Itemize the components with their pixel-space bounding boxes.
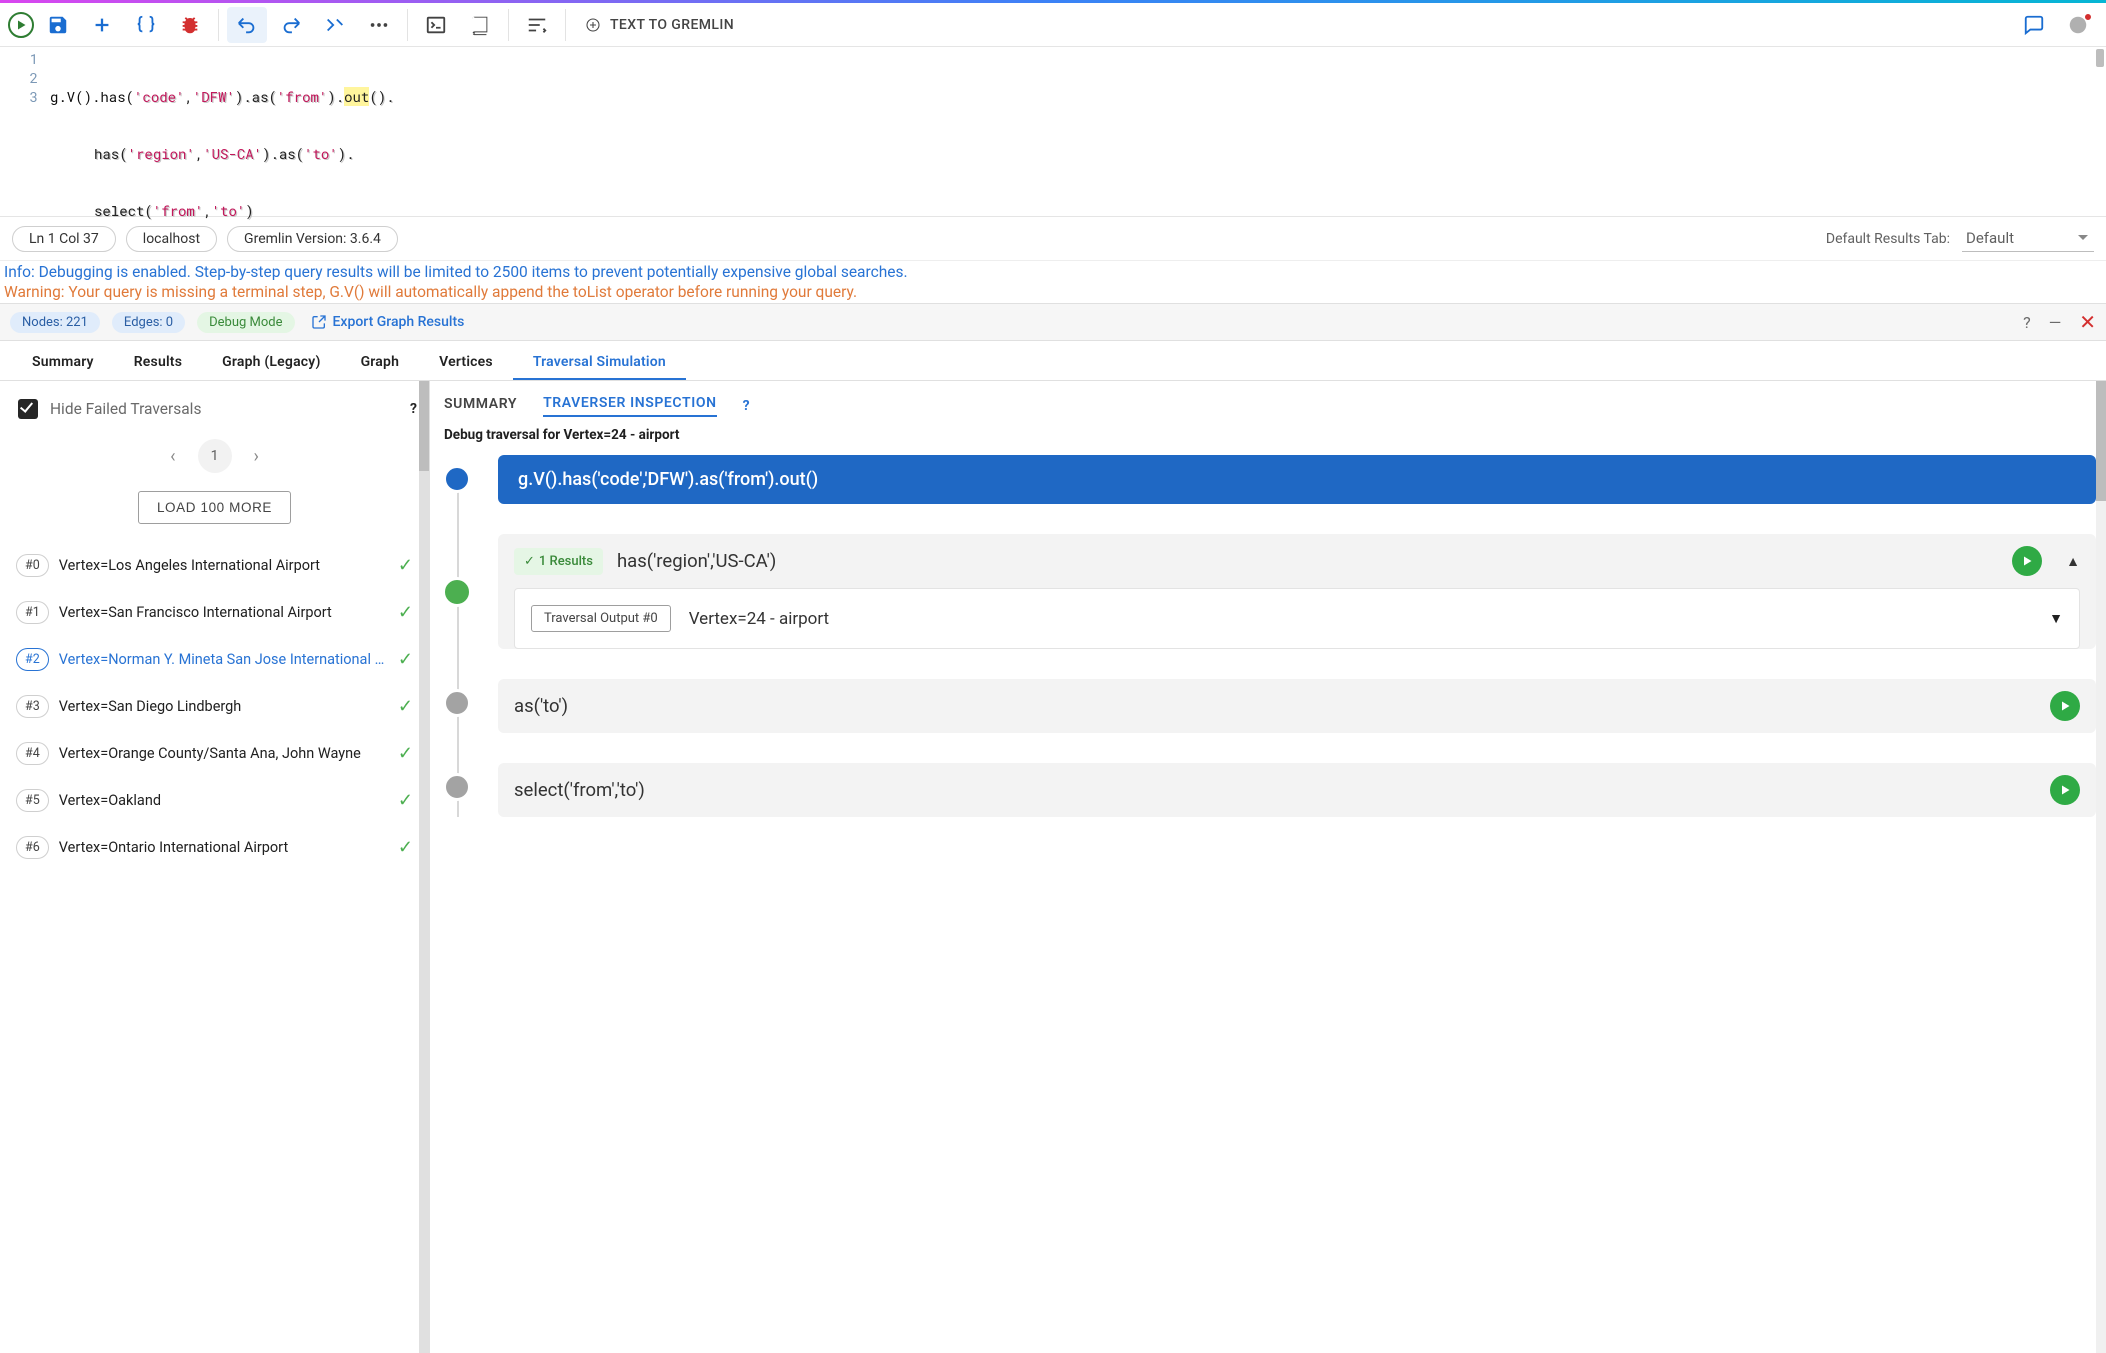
minimize-icon[interactable]: — xyxy=(2049,313,2062,332)
scrollbar[interactable] xyxy=(419,381,429,1353)
tab-traversal-simulation[interactable]: Traversal Simulation xyxy=(513,344,686,380)
nodes-chip: Nodes: 221 xyxy=(10,312,100,333)
scrollbar[interactable] xyxy=(2096,381,2106,1353)
console-icon[interactable] xyxy=(416,7,456,43)
step-code: select('from','to') xyxy=(514,779,645,801)
output-text: Vertex=24 - airport xyxy=(689,609,829,629)
prev-page-button[interactable]: ‹ xyxy=(170,446,175,467)
step-code: has('region','US-CA') xyxy=(617,550,776,572)
default-results-select[interactable]: Default xyxy=(1962,225,2094,252)
debug-target-label: Debug traversal for Vertex=24 - airport xyxy=(440,421,2096,455)
braces-icon[interactable] xyxy=(126,7,166,43)
comment-icon[interactable] xyxy=(2014,7,2054,43)
line-gutter: 1 2 3 xyxy=(0,47,50,216)
run-step-button[interactable] xyxy=(2012,546,2042,576)
load-more-button[interactable]: LOAD 100 MORE xyxy=(138,491,291,524)
export-graph-button[interactable]: Export Graph Results xyxy=(311,314,465,330)
list-item[interactable]: #4 Vertex=Orange County/Santa Ana, John … xyxy=(16,730,419,777)
results-chip: ✓ 1 Results xyxy=(514,548,603,575)
close-icon[interactable]: ✕ xyxy=(2079,310,2096,334)
step-card: select('from','to') xyxy=(498,763,2096,817)
tab-vertices[interactable]: Vertices xyxy=(419,344,513,380)
secondary-bar: Nodes: 221 Edges: 0 Debug Mode Export Gr… xyxy=(0,303,2106,341)
status-icon[interactable] xyxy=(2058,7,2098,43)
check-icon: ✓ xyxy=(398,743,413,764)
redo-icon[interactable] xyxy=(271,7,311,43)
run-step-button[interactable] xyxy=(2050,775,2080,805)
traversal-inspect-pane: SUMMARY TRAVERSER INSPECTION ? Debug tra… xyxy=(430,381,2106,1353)
output-badge: Traversal Output #0 xyxy=(531,605,671,632)
scrollbar-indicator[interactable] xyxy=(2096,49,2104,67)
check-icon: ✓ xyxy=(398,837,413,858)
list-item[interactable]: #2 Vertex=Norman Y. Mineta San Jose Inte… xyxy=(16,636,419,683)
list-item[interactable]: #3 Vertex=San Diego Lindbergh ✓ xyxy=(16,683,419,730)
tab-graph-legacy[interactable]: Graph (Legacy) xyxy=(202,344,340,380)
hero-step: g.V().has('code','DFW').as('from').out() xyxy=(498,455,2096,504)
traversal-list-pane: Hide Failed Traversals ? ‹ 1 › LOAD 100 … xyxy=(0,381,430,1353)
text-to-gremlin-button[interactable]: TEXT TO GREMLIN xyxy=(574,7,744,43)
results-tabs: Summary Results Graph (Legacy) Graph Ver… xyxy=(0,341,2106,381)
format-icon[interactable] xyxy=(517,7,557,43)
run-query-button[interactable] xyxy=(8,12,34,38)
tab-results[interactable]: Results xyxy=(114,344,202,380)
save-icon[interactable] xyxy=(38,7,78,43)
help-icon[interactable]: ? xyxy=(410,401,417,417)
step-code: as('to') xyxy=(514,695,568,717)
toolbar: TEXT TO GREMLIN xyxy=(0,3,2106,47)
code-editor[interactable]: 1 2 3 g.V().has('code','DFW').as('from')… xyxy=(0,47,2106,217)
info-message: Info: Debugging is enabled. Step-by-step… xyxy=(0,261,2106,281)
warning-message: Warning: Your query is missing a termina… xyxy=(0,281,2106,301)
check-icon: ✓ xyxy=(398,696,413,717)
bug-icon[interactable] xyxy=(170,7,210,43)
check-icon: ✓ xyxy=(398,555,413,576)
add-icon[interactable] xyxy=(82,7,122,43)
traversal-output-row[interactable]: Traversal Output #0 Vertex=24 - airport … xyxy=(514,588,2080,649)
vertex-list: #0 Vertex=Los Angeles International Airp… xyxy=(0,538,429,875)
check-icon: ✓ xyxy=(398,602,413,623)
hide-failed-checkbox[interactable] xyxy=(18,399,38,419)
text-to-gremlin-label: TEXT TO GREMLIN xyxy=(610,17,734,33)
edges-chip: Edges: 0 xyxy=(112,312,185,333)
check-icon: ✓ xyxy=(398,790,413,811)
run-step-button[interactable] xyxy=(2050,691,2080,721)
list-item[interactable]: #0 Vertex=Los Angeles International Airp… xyxy=(16,542,419,589)
step-card: as('to') xyxy=(498,679,2096,733)
pagination: ‹ 1 › xyxy=(0,439,429,473)
tab-graph[interactable]: Graph xyxy=(341,344,420,380)
chevron-up-icon[interactable]: ▲ xyxy=(2066,553,2080,570)
list-item[interactable]: #1 Vertex=San Francisco International Ai… xyxy=(16,589,419,636)
list-item[interactable]: #6 Vertex=Ontario International Airport … xyxy=(16,824,419,871)
ellipsis-icon[interactable] xyxy=(359,7,399,43)
current-page: 1 xyxy=(198,439,232,473)
chevron-down-icon[interactable]: ▼ xyxy=(2049,610,2063,627)
debug-mode-chip: Debug Mode xyxy=(197,312,294,333)
list-item[interactable]: #5 Vertex=Oakland ✓ xyxy=(16,777,419,824)
step-icon[interactable] xyxy=(315,7,355,43)
next-page-button[interactable]: › xyxy=(254,446,259,467)
tab-summary[interactable]: Summary xyxy=(12,344,114,380)
undo-icon[interactable] xyxy=(227,7,267,43)
subtab-summary[interactable]: SUMMARY xyxy=(444,396,517,416)
hide-failed-label: Hide Failed Traversals xyxy=(50,400,398,418)
step-card: ✓ 1 Results has('region','US-CA') ▲ Trav… xyxy=(498,534,2096,649)
help-icon[interactable]: ? xyxy=(2023,313,2031,332)
book-icon[interactable] xyxy=(460,7,500,43)
check-icon: ✓ xyxy=(398,649,413,670)
help-icon[interactable]: ? xyxy=(743,398,750,414)
subtab-inspection[interactable]: TRAVERSER INSPECTION xyxy=(543,395,716,417)
